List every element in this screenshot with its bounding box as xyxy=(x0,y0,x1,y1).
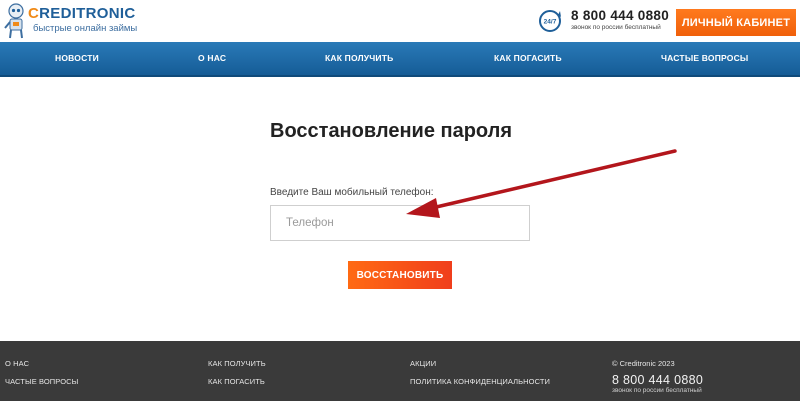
nav-item-how-to-get[interactable]: КАК ПОЛУЧИТЬ xyxy=(325,42,393,75)
nav-item-news[interactable]: НОВОСТИ xyxy=(55,42,99,75)
header-phone-note: звонок по россии бесплатный xyxy=(571,24,661,31)
footer-copyright: © Creditronic 2023 xyxy=(612,359,675,368)
footer-phone-number[interactable]: 8 800 444 0880 xyxy=(612,373,703,387)
phone-field-label: Введите Ваш мобильный телефон: xyxy=(270,187,434,198)
site-logo[interactable]: CREDITRONIC быстрые онлайн займы xyxy=(4,2,144,40)
logo-wordmark: CREDITRONIC xyxy=(28,5,136,22)
nav-item-about[interactable]: О НАС xyxy=(198,42,226,75)
footer-link-faq[interactable]: ЧАСТЫЕ ВОПРОСЫ xyxy=(5,377,78,386)
nav-item-how-to-repay[interactable]: КАК ПОГАСИТЬ xyxy=(494,42,562,75)
personal-cabinet-button[interactable]: ЛИЧНЫЙ КАБИНЕТ xyxy=(676,9,796,36)
support-badge-text: 24/7 xyxy=(544,19,557,26)
phone-input[interactable] xyxy=(270,205,530,241)
logo-tagline: быстрые онлайн займы xyxy=(33,23,138,34)
footer-link-promotions[interactable]: АКЦИИ xyxy=(410,359,436,368)
header-phone-number[interactable]: 8 800 444 0880 xyxy=(571,8,669,23)
restore-password-button[interactable]: ВОССТАНОВИТЬ xyxy=(348,261,452,289)
header-phone-block: 8 800 444 0880 звонок по россии бесплатн… xyxy=(571,8,669,31)
nav-bottom-border xyxy=(0,75,800,77)
footer-phone-note: звонок по россии бесплатный xyxy=(612,387,702,394)
footer-link-how-to-repay[interactable]: КАК ПОГАСИТЬ xyxy=(208,377,265,386)
footer-link-about[interactable]: О НАС xyxy=(5,359,29,368)
footer-link-privacy-policy[interactable]: ПОЛИТИКА КОНФИДЕНЦИАЛЬНОСТИ xyxy=(410,377,550,386)
main-nav: НОВОСТИ О НАС КАК ПОЛУЧИТЬ КАК ПОГАСИТЬ … xyxy=(0,42,800,75)
footer-link-how-to-get[interactable]: КАК ПОЛУЧИТЬ xyxy=(208,359,266,368)
robot-mascot-icon xyxy=(4,3,24,39)
nav-item-faq[interactable]: ЧАСТЫЕ ВОПРОСЫ xyxy=(661,42,748,75)
site-header: CREDITRONIC быстрые онлайн займы 24/7 8 … xyxy=(0,0,800,42)
page-title: Восстановление пароля xyxy=(270,120,513,142)
support-24-7-icon: 24/7 xyxy=(539,10,561,32)
